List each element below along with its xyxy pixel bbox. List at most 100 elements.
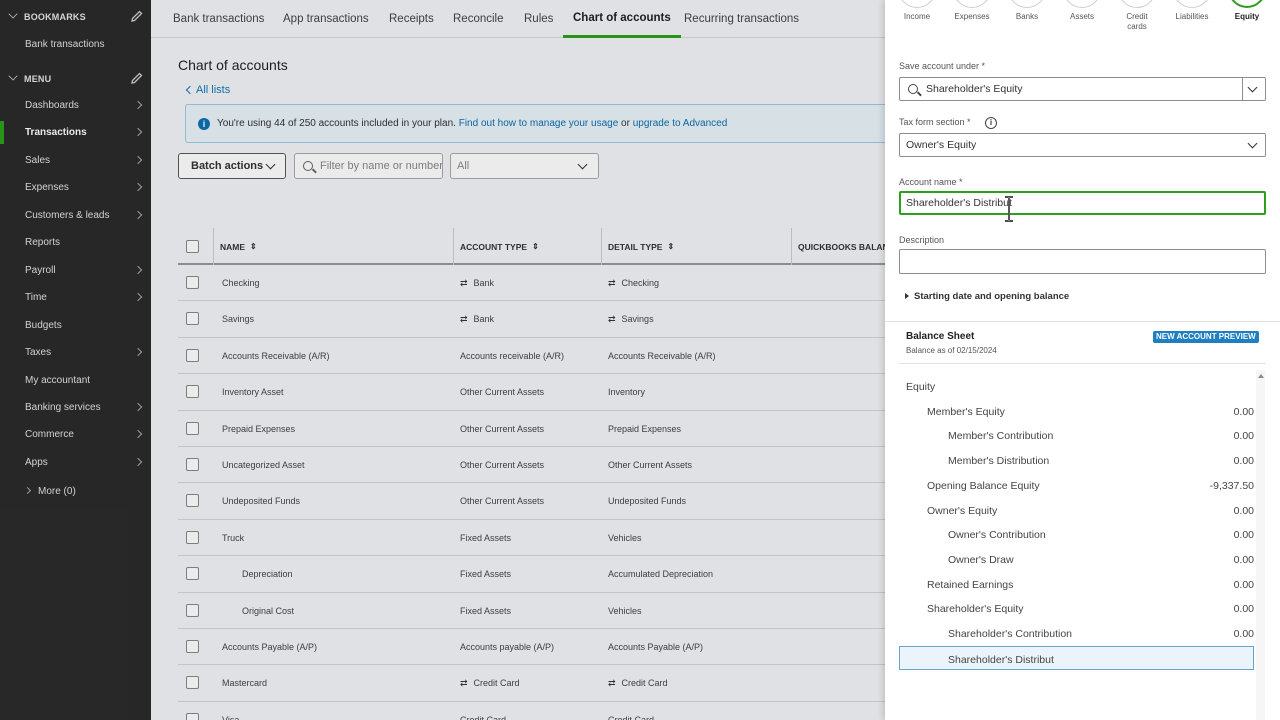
row-checkbox[interactable] xyxy=(186,567,199,581)
chevron-down-icon[interactable] xyxy=(1247,82,1258,93)
sidebar-item-sales[interactable]: Sales xyxy=(0,147,151,174)
sidebar-item-commerce[interactable]: Commerce xyxy=(0,421,151,448)
tab-reconcile[interactable]: Reconcile xyxy=(443,0,514,38)
upgrade-advanced-link[interactable]: upgrade to Advanced xyxy=(633,118,728,129)
account-name-cell[interactable]: Depreciation xyxy=(242,569,293,579)
account-name-cell[interactable]: Uncategorized Asset xyxy=(222,460,305,470)
row-checkbox[interactable] xyxy=(186,603,199,617)
category-label[interactable]: Income xyxy=(887,12,947,22)
column-header-account-type[interactable]: ACCOUNT TYPE ⇕ xyxy=(453,228,601,265)
category-income-button[interactable] xyxy=(898,0,936,8)
account-name-input[interactable]: Shareholder's Distribut xyxy=(899,191,1266,215)
pencil-icon[interactable] xyxy=(130,9,144,23)
table-row[interactable]: Uncategorized Asset Other Current Assets O… xyxy=(178,447,885,484)
category-expenses-button[interactable] xyxy=(953,0,991,8)
tab-chart-of-accounts[interactable]: Chart of accounts xyxy=(563,0,681,38)
tax-form-select[interactable]: Owner's Equity xyxy=(899,133,1266,157)
filter-input[interactable]: Filter by name or number xyxy=(294,153,443,179)
save-under-combobox[interactable]: Shareholder's Equity xyxy=(899,77,1266,101)
account-name-cell[interactable]: Undeposited Funds xyxy=(222,496,300,506)
account-name-cell[interactable]: Accounts Receivable (A/R) xyxy=(222,351,330,361)
balance-preview-scrollbar[interactable] xyxy=(1256,370,1265,720)
row-checkbox[interactable] xyxy=(186,458,199,471)
table-row[interactable]: Accounts Receivable (A/R) Accounts receiv… xyxy=(178,338,885,375)
scroll-up-icon[interactable] xyxy=(1258,374,1264,378)
starting-balance-toggle[interactable]: Starting date and opening balance xyxy=(905,291,1069,302)
account-name-cell[interactable]: Prepaid Expenses xyxy=(222,424,295,434)
sidebar-item-more[interactable]: More (0) xyxy=(0,478,151,505)
table-row[interactable]: Accounts Payable (A/P) Accounts payable (… xyxy=(178,629,885,666)
category-banks-button[interactable] xyxy=(1008,0,1046,8)
table-row[interactable]: Truck Fixed Assets Vehicles xyxy=(178,520,885,557)
tab-recurring-transactions[interactable]: Recurring transactions xyxy=(674,0,809,38)
menu-section-header[interactable]: MENU xyxy=(0,68,151,90)
table-row[interactable]: Visa Credit Card Credit Card xyxy=(178,702,885,720)
sidebar-item-payroll[interactable]: Payroll xyxy=(0,257,151,284)
tab-rules[interactable]: Rules xyxy=(514,0,563,38)
description-input[interactable] xyxy=(899,249,1266,274)
row-checkbox[interactable] xyxy=(186,421,199,435)
table-row[interactable]: Depreciation Fixed Assets Accumulated Depr… xyxy=(178,556,885,593)
tab-bank-transactions[interactable]: Bank transactions xyxy=(163,0,274,38)
account-name-cell[interactable]: Original Cost xyxy=(242,606,294,616)
sidebar-item-expenses[interactable]: Expenses xyxy=(0,174,151,201)
category-label[interactable]: Liabilities xyxy=(1162,12,1222,22)
category-credit-cards-button[interactable] xyxy=(1118,0,1156,8)
row-checkbox[interactable] xyxy=(186,530,199,544)
sidebar-item-customers-leads[interactable]: Customers & leads xyxy=(0,202,151,229)
row-checkbox[interactable] xyxy=(186,312,199,326)
batch-actions-button[interactable]: Batch actions xyxy=(178,153,286,179)
row-checkbox[interactable] xyxy=(186,676,199,690)
table-row[interactable]: Prepaid Expenses Other Current Assets Prep… xyxy=(178,411,885,447)
account-name-cell[interactable]: Inventory Asset xyxy=(222,387,284,397)
sidebar-item-transactions[interactable]: Transactions xyxy=(0,119,151,146)
sidebar-item-apps[interactable]: Apps xyxy=(0,449,151,476)
row-checkbox[interactable] xyxy=(186,385,199,399)
sidebar-item-budgets[interactable]: Budgets xyxy=(0,312,151,339)
table-row[interactable]: Inventory Asset Other Current Assets Inven… xyxy=(178,374,885,411)
row-checkbox[interactable] xyxy=(186,276,199,289)
all-lists-link[interactable]: All lists xyxy=(185,84,230,96)
row-checkbox[interactable] xyxy=(186,494,199,508)
category-label[interactable]: Assets xyxy=(1052,12,1112,22)
sidebar-item-reports[interactable]: Reports xyxy=(0,229,151,256)
sidebar-item-banking-services[interactable]: Banking services xyxy=(0,394,151,421)
category-label[interactable]: Equity xyxy=(1217,12,1277,22)
category-liabilities-button[interactable] xyxy=(1173,0,1211,8)
bookmark-item-bank-transactions[interactable]: Bank transactions xyxy=(0,31,151,58)
manage-usage-link[interactable]: Find out how to manage your usage xyxy=(459,118,619,129)
pencil-icon[interactable] xyxy=(130,71,144,85)
category-assets-button[interactable] xyxy=(1063,0,1101,8)
category-label[interactable]: Expenses xyxy=(942,12,1002,22)
sidebar-item-my-accountant[interactable]: My accountant xyxy=(0,367,151,394)
column-header-detail-type[interactable]: DETAIL TYPE ⇕ xyxy=(601,228,791,265)
category-label[interactable]: Credit cards xyxy=(1126,12,1148,32)
tab-app-transactions[interactable]: App transactions xyxy=(273,0,379,38)
category-label[interactable]: Banks xyxy=(997,12,1057,22)
sidebar-item-time[interactable]: Time xyxy=(0,284,151,311)
row-checkbox[interactable] xyxy=(186,348,199,362)
table-row[interactable]: Original Cost Fixed Assets Vehicles xyxy=(178,593,885,629)
column-header-name[interactable]: NAME ⇕ xyxy=(213,228,453,265)
account-name-cell[interactable]: Visa xyxy=(222,715,239,720)
column-header-balance[interactable]: QUICKBOOKS BALANCE xyxy=(791,228,885,265)
account-type-filter-select[interactable]: All xyxy=(450,153,599,179)
account-name-cell[interactable]: Truck xyxy=(222,533,244,543)
sidebar-item-taxes[interactable]: Taxes xyxy=(0,339,151,366)
row-checkbox[interactable] xyxy=(186,640,199,653)
account-name-cell[interactable]: Accounts Payable (A/P) xyxy=(222,642,317,652)
table-row[interactable]: Checking ⇄ Bank ⇄ Checking xyxy=(178,265,885,302)
tab-receipts[interactable]: Receipts xyxy=(379,0,444,38)
table-row[interactable]: Mastercard ⇄ Credit Card ⇄ Credit Card xyxy=(178,665,885,702)
table-row[interactable]: Savings ⇄ Bank ⇄ Savings xyxy=(178,301,885,338)
sidebar-item-dashboards[interactable]: Dashboards xyxy=(0,92,151,119)
account-name-cell[interactable]: Mastercard xyxy=(222,678,267,688)
bookmarks-section-header[interactable]: BOOKMARKS xyxy=(0,6,151,28)
row-checkbox[interactable] xyxy=(186,712,199,720)
account-name-cell[interactable]: Checking xyxy=(222,278,260,288)
account-name-cell[interactable]: Savings xyxy=(222,314,254,324)
table-row[interactable]: Undeposited Funds Other Current Assets Und… xyxy=(178,483,885,520)
info-icon[interactable]: i xyxy=(985,117,997,129)
select-all-checkbox[interactable] xyxy=(186,240,199,253)
category-equity-button[interactable] xyxy=(1228,0,1266,8)
